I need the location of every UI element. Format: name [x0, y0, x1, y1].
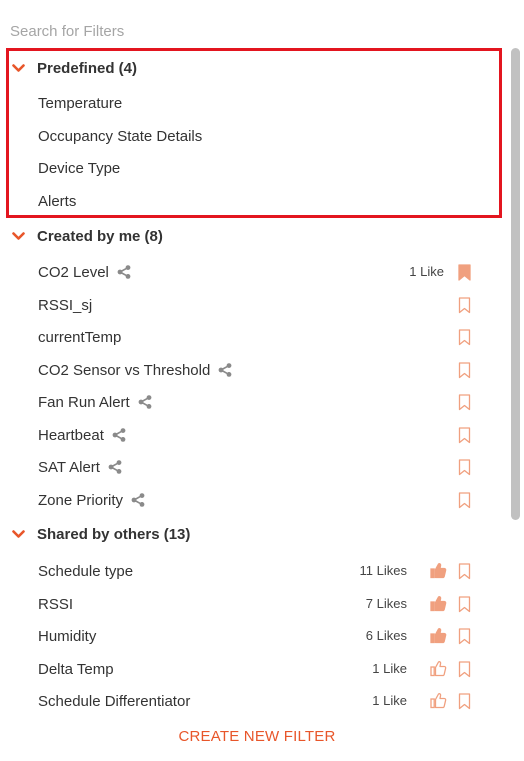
bookmark-icon[interactable] — [458, 459, 472, 477]
item-label: Fan Run Alert — [38, 393, 130, 411]
like-count: 1 Like — [372, 661, 407, 676]
like-count: 7 Likes — [365, 596, 407, 611]
bookmark-icon[interactable] — [458, 693, 472, 711]
bookmark-icon[interactable] — [458, 596, 472, 614]
thumbs-up-icon[interactable] — [430, 692, 448, 710]
list-item[interactable]: Heartbeat — [38, 423, 474, 447]
item-label: Occupancy State Details — [38, 127, 203, 145]
list-item-temperature[interactable]: Temperature — [38, 91, 474, 115]
section-title: Predefined (4) — [37, 59, 138, 77]
chevron-down-icon — [12, 231, 25, 240]
list-item[interactable]: Zone Priority — [38, 488, 474, 512]
share-icon — [218, 363, 232, 377]
list-item-occupancy[interactable]: Occupancy State Details — [38, 124, 474, 148]
bookmark-icon[interactable] — [458, 394, 472, 412]
scrollbar-thumb[interactable] — [511, 48, 520, 520]
thumbs-up-icon[interactable] — [430, 660, 448, 678]
item-label: Humidity — [38, 627, 97, 645]
bookmark-icon[interactable] — [458, 492, 472, 510]
list-item[interactable]: Schedule Differentiator — [38, 689, 474, 713]
like-count: 11 Likes — [359, 563, 407, 578]
item-label: SAT Alert — [38, 458, 100, 476]
thumbs-up-icon[interactable] — [430, 595, 448, 613]
share-icon — [117, 265, 131, 279]
list-item[interactable]: RSSI_sj — [38, 293, 474, 317]
item-label: CO2 Sensor vs Threshold — [38, 361, 211, 379]
bookmark-icon[interactable] — [458, 563, 472, 581]
thumbs-up-icon[interactable] — [430, 627, 448, 645]
list-item-alerts[interactable]: Alerts — [38, 189, 474, 213]
item-label: Schedule type — [38, 562, 134, 580]
shared-section-header[interactable]: Shared by others (13) — [12, 523, 190, 545]
bookmark-icon[interactable] — [458, 264, 472, 282]
item-label: Temperature — [38, 94, 123, 112]
bookmark-icon[interactable] — [458, 297, 472, 315]
bookmark-icon[interactable] — [458, 362, 472, 380]
list-item[interactable]: CO2 Sensor vs Threshold — [38, 358, 474, 382]
list-item[interactable]: SAT Alert — [38, 455, 474, 479]
created-section-header[interactable]: Created by me (8) — [12, 225, 163, 247]
list-item[interactable]: Schedule type — [38, 559, 474, 583]
item-label: Device Type — [38, 159, 121, 177]
share-icon — [131, 493, 145, 507]
like-count: 6 Likes — [365, 628, 407, 643]
list-item-device-type[interactable]: Device Type — [38, 156, 474, 180]
list-item[interactable]: Fan Run Alert — [38, 390, 474, 414]
bookmark-icon[interactable] — [458, 661, 472, 679]
list-item[interactable]: Delta Temp — [38, 657, 474, 681]
thumbs-up-icon[interactable] — [430, 562, 448, 580]
list-item[interactable]: RSSI — [38, 592, 474, 616]
item-label: Alerts — [38, 192, 77, 210]
section-title: Shared by others (13) — [37, 525, 191, 543]
share-icon — [108, 460, 122, 474]
create-new-filter-button[interactable]: CREATE NEW FILTER — [0, 728, 514, 745]
item-label: RSSI_sj — [38, 296, 93, 314]
item-label: Heartbeat — [38, 426, 104, 444]
section-title: Created by me (8) — [37, 227, 163, 245]
item-label: currentTemp — [38, 328, 122, 346]
search-filters-input[interactable] — [10, 20, 490, 42]
bookmark-icon[interactable] — [458, 329, 472, 347]
share-icon — [112, 428, 126, 442]
like-count: 1 Like — [409, 264, 444, 279]
item-label: Delta Temp — [38, 660, 114, 678]
chevron-down-icon — [12, 63, 25, 72]
item-label: CO2 Level — [38, 263, 109, 281]
predefined-section-header[interactable]: Predefined (4) — [12, 57, 137, 79]
share-icon — [138, 395, 152, 409]
item-label: Schedule Differentiator — [38, 692, 191, 710]
chevron-down-icon — [12, 529, 25, 538]
list-item[interactable]: currentTemp — [38, 325, 474, 349]
list-item[interactable]: Humidity — [38, 624, 474, 648]
item-label: RSSI — [38, 595, 74, 613]
bookmark-icon[interactable] — [458, 628, 472, 646]
bookmark-icon[interactable] — [458, 427, 472, 445]
item-label: Zone Priority — [38, 491, 124, 509]
like-count: 1 Like — [372, 693, 407, 708]
